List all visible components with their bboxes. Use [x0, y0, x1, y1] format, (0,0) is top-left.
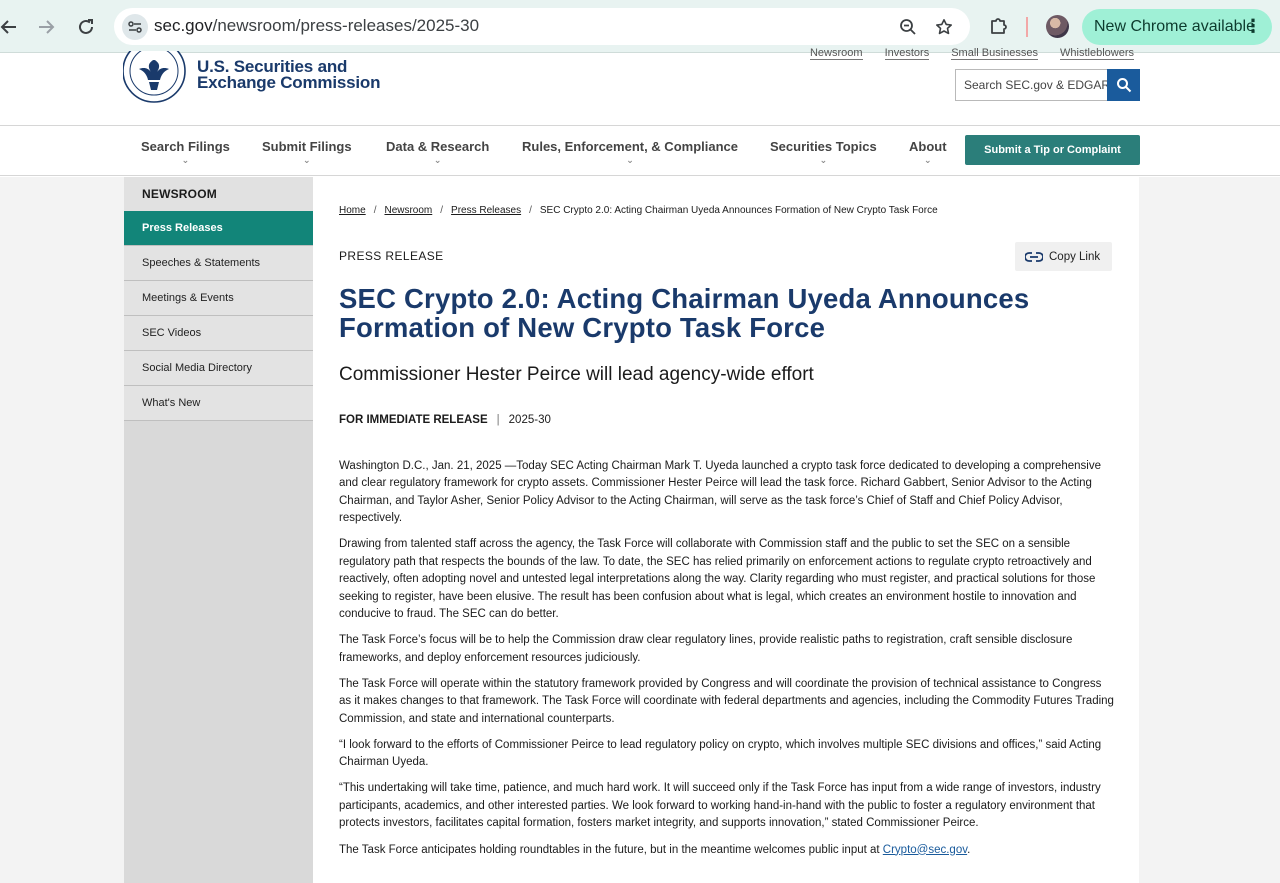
sec-seal-logo[interactable] [122, 39, 187, 107]
breadcrumb-current: SEC Crypto 2.0: Acting Chairman Uyeda An… [539, 205, 938, 216]
sidebar-item-whats-new[interactable]: What's New [124, 386, 313, 421]
address-bar[interactable]: sec.gov/newsroom/press-releases/2025-30 [114, 8, 970, 45]
forward-icon[interactable] [33, 14, 59, 40]
chevron-down-icon: ⌄ [303, 155, 311, 165]
chevron-down-icon: ⌄ [819, 155, 828, 165]
page-title: SEC Crypto 2.0: Acting Chairman Uyeda An… [339, 283, 1030, 343]
chrome-update-button[interactable]: New Chrome available ⋮ [1082, 9, 1272, 45]
chrome-update-label: New Chrome available [1094, 18, 1255, 35]
utility-link-newsroom[interactable]: Newsroom [809, 47, 863, 60]
article-paragraph: “This undertaking will take time, patien… [339, 782, 1101, 830]
newsroom-sidebar: NEWSROOM Press Releases Speeches & State… [124, 177, 313, 883]
sidebar-item-speeches-statements[interactable]: Speeches & Statements [124, 246, 313, 281]
breadcrumb-newsroom[interactable]: Newsroom [384, 205, 432, 216]
agency-name[interactable]: U.S. Securities and Exchange Commission [197, 58, 381, 92]
sidebar-item-press-releases[interactable]: Press Releases [124, 211, 313, 246]
article-paragraph: “I look forward to the efforts of Commis… [339, 738, 1102, 769]
breadcrumb-separator: / [529, 205, 532, 216]
nav-label: About [909, 139, 947, 154]
toolbar-divider [1026, 17, 1028, 37]
zoom-icon[interactable] [898, 17, 918, 37]
profile-avatar[interactable] [1046, 15, 1069, 38]
utility-link-small-businesses[interactable]: Small Businesses [951, 47, 1039, 60]
sidebar-item-meetings-events[interactable]: Meetings & Events [124, 281, 313, 316]
contact-email-link[interactable]: Crypto@sec.gov [883, 844, 967, 856]
search-icon [1116, 78, 1131, 93]
breadcrumb-separator: / [373, 205, 377, 216]
nav-submit-filings[interactable]: Submit Filings ⌄ [262, 139, 352, 165]
article-subtitle: Commissioner Hester Peirce will lead age… [339, 364, 814, 385]
site-info-icon[interactable] [122, 14, 148, 40]
breadcrumb-home[interactable]: Home [339, 205, 366, 216]
release-divider: | [496, 414, 500, 426]
release-info: FOR IMMEDIATE RELEASE | 2025-30 [339, 414, 551, 426]
back-icon[interactable] [0, 14, 22, 40]
copy-link-label: Copy Link [1049, 250, 1101, 263]
nav-about[interactable]: About ⌄ [909, 139, 947, 165]
article-paragraph: The Task Force will operate within the s… [339, 677, 1114, 725]
site-search-input[interactable]: Search SEC.gov & EDGAR [955, 69, 1107, 101]
chevron-down-icon: ⌄ [433, 155, 442, 165]
chevron-down-icon: ⌄ [626, 155, 634, 165]
nav-data-research[interactable]: Data & Research ⌄ [386, 139, 490, 165]
last-paragraph-end: . [967, 843, 971, 856]
release-label: FOR IMMEDIATE RELEASE [339, 414, 488, 426]
search-button[interactable] [1107, 69, 1140, 101]
article-paragraph: The Task Force’s focus will be to help t… [339, 634, 1073, 664]
article-paragraph: Drawing from talented staff across the a… [339, 538, 1096, 621]
article-kicker: PRESS RELEASE [339, 249, 444, 263]
last-paragraph-text: The Task Force anticipates holding round… [339, 843, 883, 856]
sidebar-title: NEWSROOM [124, 177, 313, 211]
nav-label: Securities Topics [770, 139, 877, 154]
nav-search-filings[interactable]: Search Filings ⌄ [141, 139, 230, 165]
nav-label: Data & Research [386, 139, 490, 154]
main-navigation: Search Filings ⌄ Submit Filings ⌄ Data & R… [0, 126, 1280, 176]
bookmark-star-icon[interactable] [934, 17, 954, 37]
utility-link-whistleblowers[interactable]: Whistleblowers [1060, 47, 1134, 60]
site-header: U.S. Securities and Exchange Commission … [0, 39, 1280, 126]
nav-label: Rules, Enforcement, & Compliance [522, 139, 738, 154]
copy-link-button[interactable]: Copy Link [1015, 242, 1112, 271]
browser-toolbar: sec.gov/newsroom/press-releases/2025-30 … [0, 0, 1280, 53]
release-number: 2025-30 [508, 414, 551, 426]
breadcrumb: Home / Newsroom / Press Releases / SEC Crypto … [339, 205, 938, 216]
breadcrumb-press-releases[interactable]: Press Releases [451, 205, 521, 216]
url-text: sec.gov/newsroom/press-releases/2025-30 [154, 16, 480, 35]
brand-line-2: Exchange Commission [197, 73, 381, 92]
utility-link-investors[interactable]: Investors [884, 47, 930, 60]
sidebar-item-social-media-directory[interactable]: Social Media Directory [124, 351, 313, 386]
reload-icon[interactable] [73, 14, 99, 40]
link-icon [1025, 251, 1043, 262]
chevron-down-icon: ⌄ [181, 155, 190, 165]
extensions-puzzle-icon[interactable] [988, 15, 1010, 37]
nav-rules-enforcement[interactable]: Rules, Enforcement, & Compliance ⌄ [522, 139, 738, 165]
chevron-down-icon: ⌄ [924, 155, 932, 165]
nav-label: Submit Filings [262, 139, 352, 154]
nav-securities-topics[interactable]: Securities Topics ⌄ [770, 139, 877, 165]
utility-links: Newsroom Investors Small Businesses Whis… [809, 47, 1134, 60]
article: Home / Newsroom / Press Releases / SEC Crypto … [313, 177, 1139, 883]
sidebar-item-sec-videos[interactable]: SEC Videos [124, 316, 313, 351]
breadcrumb-separator: / [440, 205, 444, 216]
submit-tip-button[interactable]: Submit a Tip or Complaint [965, 135, 1140, 165]
article-paragraph-last: The Task Force anticipates holding round… [339, 842, 1115, 859]
article-body: Washington D.C., Jan. 21, 2025 —Today SE… [339, 458, 1115, 868]
kebab-menu-icon[interactable]: ⋮ [1244, 15, 1262, 37]
article-paragraph: Washington D.C., Jan. 21, 2025 —Today SE… [339, 460, 1101, 525]
nav-label: Search Filings [141, 139, 230, 154]
